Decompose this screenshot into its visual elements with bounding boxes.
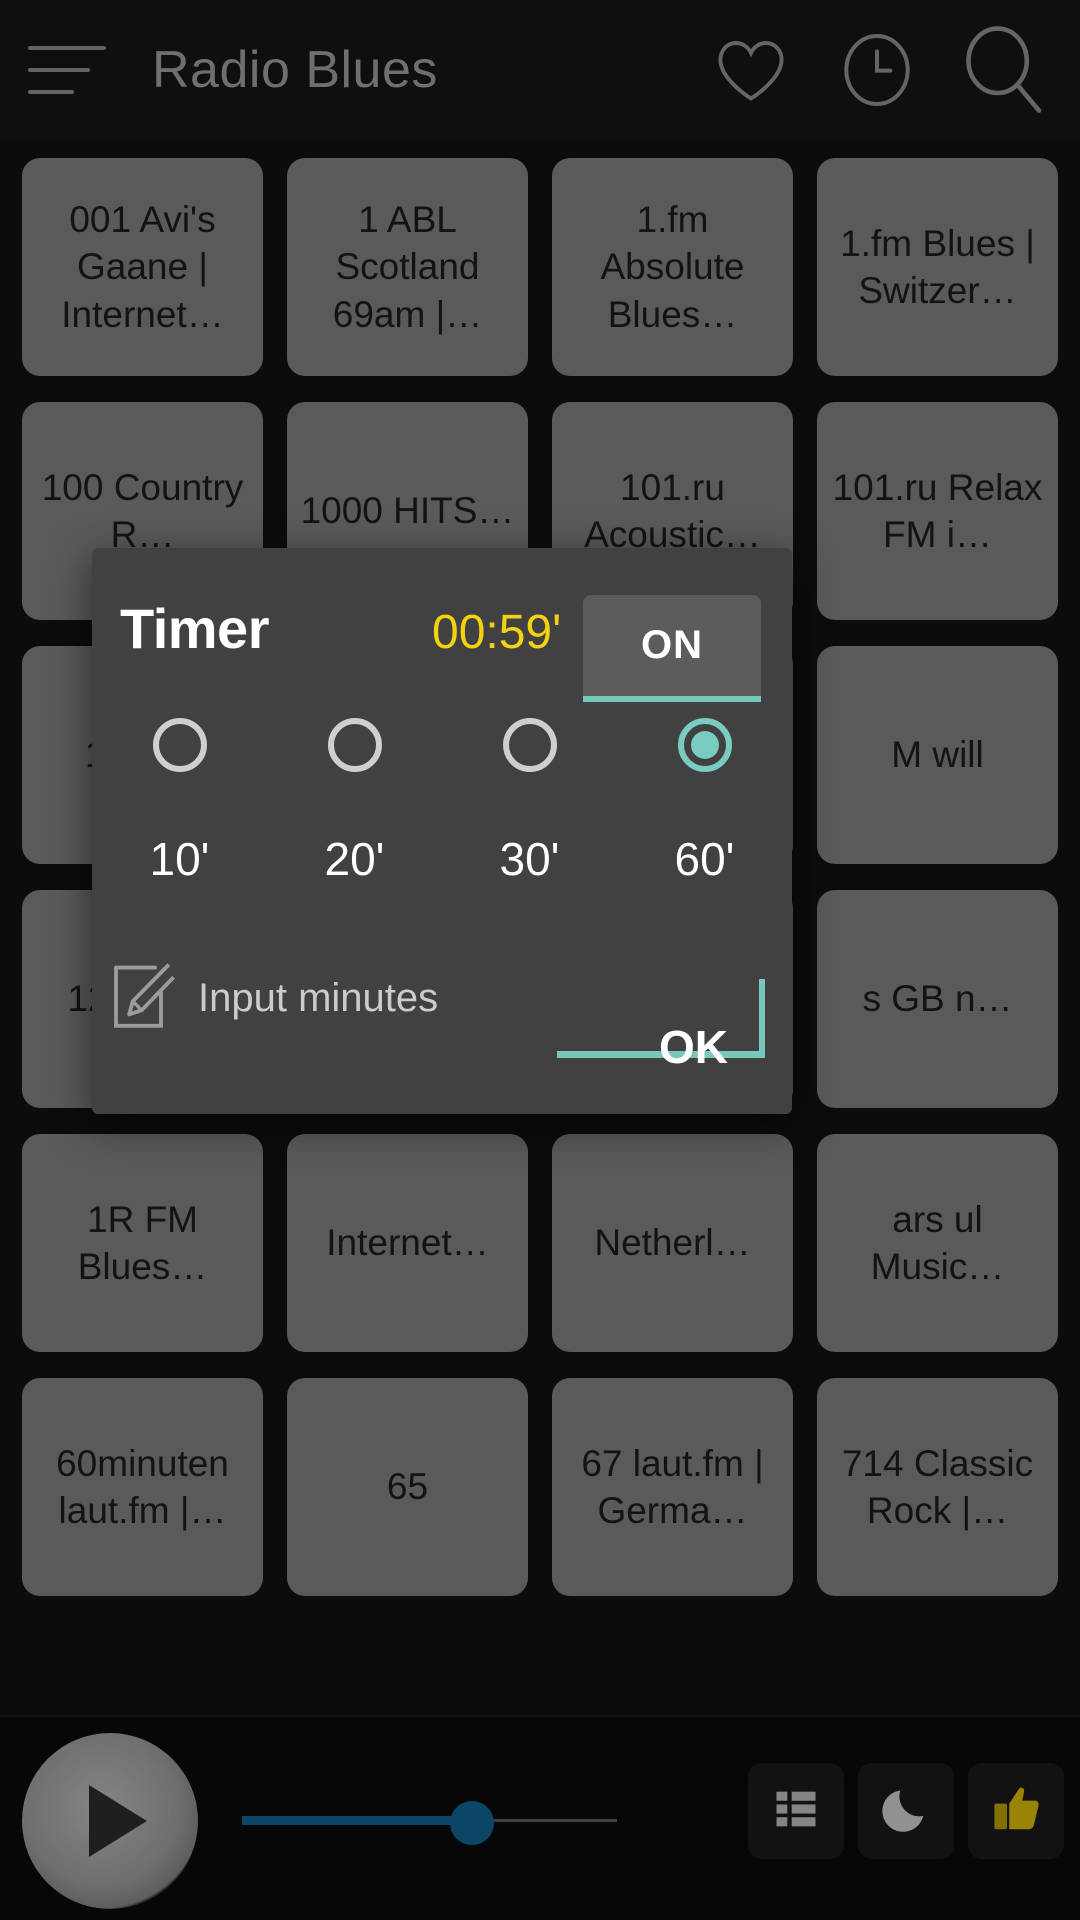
timer-dialog: Timer 00:59' ON 10' 20' 30' 60' Input mi… bbox=[92, 548, 792, 1114]
timer-option-label: 20' bbox=[324, 833, 385, 885]
radio-icon bbox=[152, 718, 207, 772]
timer-option-30[interactable]: 30' bbox=[442, 718, 617, 886]
timer-option-60[interactable]: 60' bbox=[617, 718, 792, 886]
timer-option-label: 60' bbox=[674, 833, 735, 885]
radio-icon bbox=[502, 718, 557, 772]
timer-option-10[interactable]: 10' bbox=[92, 718, 267, 886]
timer-preset-options: 10' 20' 30' 60' bbox=[92, 718, 792, 886]
timer-toggle-label: ON bbox=[641, 623, 703, 667]
timer-option-20[interactable]: 20' bbox=[267, 718, 442, 886]
radio-icon-selected bbox=[677, 718, 732, 772]
timer-countdown: 00:59' bbox=[432, 606, 562, 659]
dialog-footer: OK bbox=[92, 988, 792, 1114]
timer-option-label: 10' bbox=[149, 833, 210, 885]
radio-icon bbox=[327, 718, 382, 772]
app-root: Radio Blues 001 Avi's Gaane | Internet… … bbox=[0, 0, 1080, 1920]
ok-button[interactable]: OK bbox=[633, 1006, 754, 1088]
dialog-title: Timer bbox=[120, 597, 269, 660]
timer-option-label: 30' bbox=[499, 833, 560, 885]
dialog-header: Timer 00:59' ON bbox=[92, 548, 792, 703]
timer-toggle-button[interactable]: ON bbox=[583, 595, 761, 702]
